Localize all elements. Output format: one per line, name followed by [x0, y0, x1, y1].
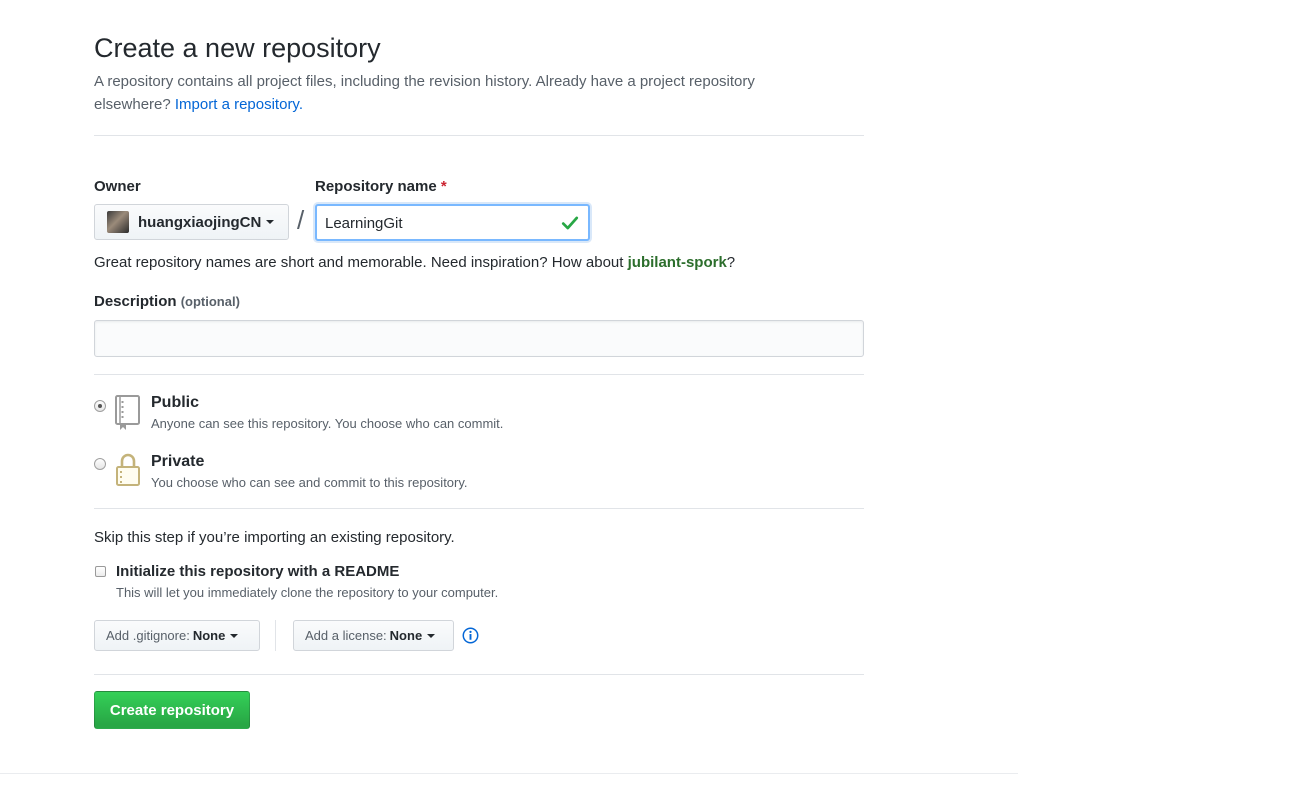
name-hint-text: Great repository names are short and mem… — [94, 254, 624, 271]
repository-name-field — [315, 204, 590, 241]
required-mark: * — [440, 178, 447, 195]
repo-book-icon — [115, 395, 140, 430]
visibility-divider — [94, 508, 864, 509]
public-title: Public — [151, 394, 200, 411]
gitignore-select-button[interactable]: Add .gitignore: None — [94, 620, 260, 651]
optional-note: (optional) — [180, 294, 240, 309]
skip-note: Skip this step if you’re importing an ex… — [94, 529, 455, 546]
gitignore-label: Add .gitignore: — [106, 628, 190, 643]
owner-repo-separator: / — [297, 205, 305, 235]
description-label: Description (optional) — [94, 293, 240, 310]
page-description: A repository contains all project files,… — [94, 70, 814, 116]
info-icon[interactable] — [462, 627, 479, 644]
repository-name-input[interactable] — [325, 212, 550, 234]
lock-icon — [116, 453, 140, 486]
footer-divider — [0, 773, 1018, 774]
avatar — [107, 211, 129, 233]
owner-select-button[interactable]: huangxiaojingCN — [94, 204, 289, 240]
caret-down-icon — [427, 633, 436, 638]
readme-label[interactable]: Initialize this repository with a README — [116, 563, 399, 580]
license-label: Add a license: — [305, 628, 387, 643]
license-value: None — [389, 628, 423, 643]
public-radio[interactable] — [94, 400, 106, 412]
create-repository-button[interactable]: Create repository — [94, 691, 250, 729]
description-divider — [94, 374, 864, 375]
license-select-button[interactable]: Add a license: None — [293, 620, 454, 651]
private-note: You choose who can see and commit to thi… — [151, 475, 468, 490]
select-separator — [275, 620, 276, 651]
actions-divider — [94, 674, 864, 675]
owner-name: huangxiaojingCN — [138, 213, 262, 231]
description-label-text: Description — [94, 293, 177, 310]
name-hint-suffix: ? — [726, 254, 736, 271]
public-note: Anyone can see this repository. You choo… — [151, 416, 504, 431]
owner-label: Owner — [94, 178, 141, 195]
gitignore-value: None — [192, 628, 226, 643]
description-input[interactable] — [94, 320, 864, 357]
import-repository-link[interactable]: Import a repository. — [175, 96, 303, 113]
caret-down-icon — [266, 220, 275, 224]
name-hint: Great repository names are short and mem… — [94, 254, 735, 271]
readme-checkbox[interactable] — [95, 566, 106, 577]
header-divider — [94, 135, 864, 136]
name-suggestion[interactable]: jubilant-spork — [628, 254, 727, 271]
page-title: Create a new repository — [94, 33, 381, 63]
private-radio[interactable] — [94, 458, 106, 470]
check-icon — [561, 216, 579, 230]
readme-note: This will let you immediately clone the … — [116, 585, 499, 600]
private-title: Private — [151, 453, 205, 470]
repository-name-label-text: Repository name — [315, 178, 437, 195]
repository-name-label: Repository name * — [315, 178, 447, 195]
caret-down-icon — [230, 633, 239, 638]
